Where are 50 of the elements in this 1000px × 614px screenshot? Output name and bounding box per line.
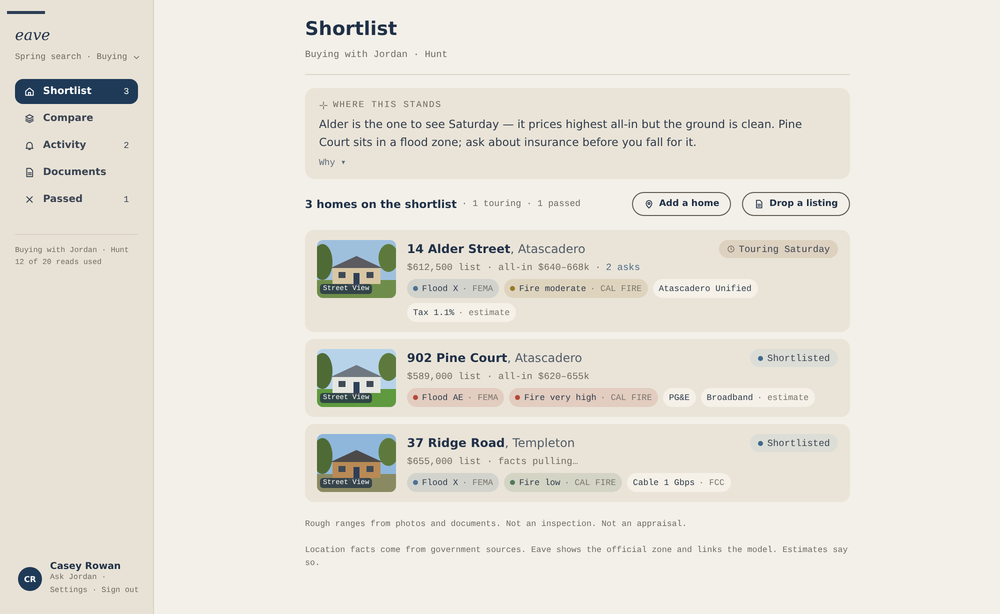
page-title: Shortlist (305, 18, 398, 40)
why-toggle[interactable]: Why ▾ (319, 158, 346, 168)
home-address: 37 Ridge Road, Templeton (407, 436, 576, 450)
home-address: 902 Pine Court, Atascadero (407, 351, 584, 365)
document-icon (754, 199, 764, 209)
workspace-selector[interactable]: Spring search · Buying (15, 52, 142, 62)
home-address: 14 Alder Street, Atascadero (407, 242, 586, 256)
fact-tag: Broadband · estimate (700, 388, 815, 407)
nav-item[interactable]: Activity 2 (15, 133, 138, 158)
close-icon (24, 194, 35, 205)
fact-tag: Fire moderate · CAL FIRE (504, 279, 648, 298)
nav-item[interactable]: Passed 1 (15, 187, 138, 212)
home-details: $655,000 list · facts pulling… (407, 456, 578, 467)
action-button[interactable]: Add a home (632, 192, 732, 216)
action-button[interactable]: Drop a listing (742, 192, 850, 216)
asks-link[interactable]: 2 asks (606, 262, 640, 273)
fact-tag: PG&E (663, 388, 696, 407)
fact-tag: Flood X · FEMA (407, 279, 500, 298)
fact-tag: Cable 1 Gbps · FCC (626, 473, 731, 492)
clock-icon (726, 245, 735, 253)
home-details: $612,500 list · all-in $640–668k · (407, 262, 601, 273)
fact-tag: Fire low · CAL FIRE (504, 473, 622, 492)
user-name: Casey Rowan (50, 561, 122, 572)
status-badge: Shortlisted (750, 434, 838, 452)
document-icon (24, 167, 35, 178)
list-meta: · 1 touring · 1 passed (462, 199, 582, 209)
footnote: Location facts come from government sources. Eave shows the official zone and links the model. Estimates say so. (305, 544, 849, 570)
bell-icon (24, 140, 35, 151)
logo: eave (15, 26, 50, 44)
nav-item[interactable]: Documents (15, 160, 138, 185)
summary-text: Alder is the one to see Saturday — it prices highest all-in but the ground is clean. Pine Court sits in a flood zone; ask about insurance before you fall for it. (319, 117, 803, 151)
nav-item[interactable]: Compare (15, 106, 138, 131)
home-details: $589,000 list · all-in $620–655k (407, 371, 590, 382)
status-badge: Touring Saturday (718, 240, 838, 258)
sparkle-icon (319, 100, 328, 110)
pin-icon (644, 199, 654, 209)
nav-item[interactable]: Shortlist 3 (15, 79, 138, 104)
avatar: CR (18, 567, 42, 591)
fact-tag: Fire very high · CAL FIRE (509, 388, 658, 407)
fact-tag: Tax 1.1% · estimate (407, 303, 516, 322)
list-title: 3 homes on the shortlist (305, 198, 457, 210)
status-badge: Shortlisted (750, 349, 838, 367)
layers-icon (24, 113, 35, 124)
footnote: Rough ranges from photos and documents. Not an inspection. Not an appraisal. (305, 518, 688, 531)
fact-tag: Atascadero Unified (652, 279, 758, 298)
summary-label: WHERE THIS STANDS (333, 100, 442, 110)
home-icon (24, 86, 35, 97)
page-subtitle: Buying with Jordan · Hunt (305, 49, 448, 60)
fact-tag: Flood X · FEMA (407, 473, 500, 492)
fact-tag: Flood AE · FEMA (407, 388, 504, 407)
